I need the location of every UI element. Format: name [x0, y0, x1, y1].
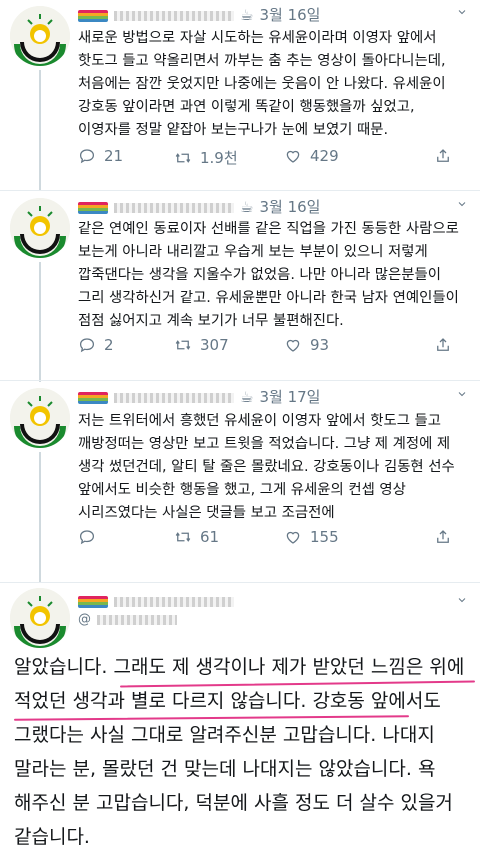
divider: [0, 190, 480, 191]
tweet-1[interactable]: ☕ 3월 16일 새로운 방법으로 자살 시도하는 유세윤이라며 이영자 앞에서 …: [0, 0, 480, 190]
divider: [0, 380, 480, 381]
retweet-count: 61: [200, 528, 220, 546]
reply-count: 21: [104, 147, 124, 165]
retweet-button[interactable]: 61: [174, 528, 219, 546]
chevron-down-icon[interactable]: [456, 6, 468, 18]
flag-icon: [78, 9, 108, 22]
blurred-username: [114, 10, 234, 21]
like-button[interactable]: 429: [284, 147, 339, 165]
tweet-handle: @: [78, 612, 468, 634]
tweet-header: ☕ 3월 17일: [78, 386, 468, 408]
flag-icon: [78, 595, 108, 608]
share-button[interactable]: [434, 147, 452, 165]
share-icon: [434, 528, 452, 546]
like-count: 429: [310, 147, 339, 165]
reply-button[interactable]: [78, 528, 104, 546]
coffee-icon: ☕: [240, 6, 254, 24]
blurred-handle: [97, 614, 177, 625]
reply-icon: [78, 336, 96, 354]
retweet-count: 307: [200, 336, 229, 354]
reply-count: 2: [104, 336, 114, 354]
avatar[interactable]: [10, 6, 70, 66]
tweet-text: 같은 연예인 동료이자 선배를 같은 직업을 가진 동등한 사람으로 보는게 아…: [78, 221, 464, 329]
tweet-date[interactable]: 3월 17일: [259, 388, 320, 406]
like-count: 155: [310, 528, 339, 546]
share-button[interactable]: [434, 336, 452, 354]
blurred-username: [114, 202, 234, 213]
tweet-header: ☕ 3월 16일: [78, 196, 468, 218]
tweet-3[interactable]: ☕ 3월 17일 저는 트위터에서 흥했던 유세윤이 이영자 앞에서 핫도그 들고…: [0, 382, 480, 582]
tweet-header: ☕ 3월 16일: [78, 4, 468, 26]
tweet-actions: 2 307 93: [78, 336, 466, 360]
blurred-username: [114, 392, 234, 403]
tweet-date[interactable]: 3월 16일: [259, 198, 320, 216]
coffee-icon: ☕: [240, 388, 254, 406]
coffee-icon: ☕: [240, 198, 254, 216]
retweet-icon: [174, 149, 192, 167]
retweet-count: 1.9천: [200, 149, 238, 167]
tweet-date[interactable]: 3월 16일: [259, 6, 320, 24]
retweet-icon: [174, 336, 192, 354]
thread-line: [39, 452, 41, 582]
retweet-button[interactable]: 1.9천: [174, 147, 238, 168]
chevron-down-icon[interactable]: [456, 594, 468, 606]
tweet-text: 저는 트위터에서 흥했던 유세윤이 이영자 앞에서 핫도그 들고 깨방정떠는 영…: [78, 413, 460, 521]
heart-icon: [284, 336, 302, 354]
tweet-2[interactable]: ☕ 3월 16일 같은 연예인 동료이자 선배를 같은 직업을 가진 동등한 사람…: [0, 192, 480, 382]
retweet-icon: [174, 528, 192, 546]
flag-icon: [78, 391, 108, 404]
avatar[interactable]: [10, 588, 70, 648]
thread-line: [39, 70, 41, 190]
tweet-actions: 21 1.9천 429: [78, 147, 466, 171]
share-icon: [434, 336, 452, 354]
flag-icon: [78, 201, 108, 214]
tweet-text: 새로운 방법으로 자살 시도하는 유세윤이라며 이영자 앞에서 핫도그 들고 약…: [78, 30, 451, 138]
chevron-down-icon[interactable]: [456, 388, 468, 400]
retweet-button[interactable]: 307: [174, 336, 229, 354]
avatar[interactable]: [10, 198, 70, 258]
tweet-header: [78, 592, 468, 614]
like-button[interactable]: 155: [284, 528, 339, 546]
reply-icon: [78, 528, 96, 546]
share-icon: [434, 147, 452, 165]
heart-icon: [284, 528, 302, 546]
tweet-actions: 61 155: [78, 528, 466, 552]
share-button[interactable]: [434, 528, 452, 546]
chevron-down-icon[interactable]: [456, 198, 468, 210]
thread-line: [39, 262, 41, 382]
like-count: 93: [310, 336, 330, 354]
reply-icon: [78, 147, 96, 165]
divider: [0, 582, 480, 583]
reply-button[interactable]: 21: [78, 147, 123, 165]
like-button[interactable]: 93: [284, 336, 329, 354]
blurred-username: [114, 596, 234, 607]
reply-button[interactable]: 2: [78, 336, 114, 354]
avatar[interactable]: [10, 388, 70, 448]
heart-icon: [284, 147, 302, 165]
